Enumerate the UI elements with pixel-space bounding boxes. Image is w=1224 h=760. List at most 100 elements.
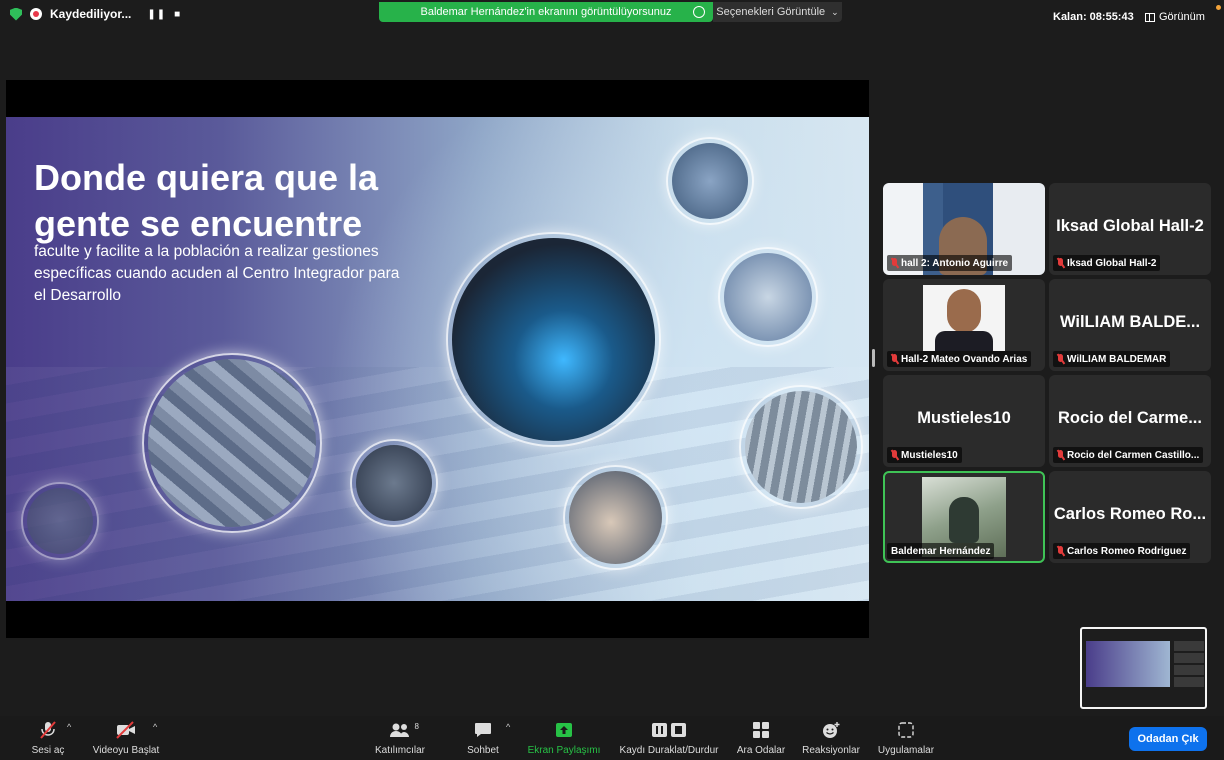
apps-label: Uygulamalar (877, 745, 935, 756)
video-tile[interactable]: WilLIAM BALDE... WilLIAM BALDEMAR (1049, 279, 1211, 371)
video-off-icon (115, 721, 137, 739)
screen-share-banner: Baldemar Hernández'in ekranını görüntülü… (379, 2, 713, 22)
video-tile[interactable]: Iksad Global Hall-2 Iksad Global Hall-2 (1049, 183, 1211, 275)
tile-name-label: Baldemar Hernández (887, 543, 995, 559)
tile-name-label: Mustieles10 (887, 447, 962, 463)
pause-stop-icon (651, 721, 687, 739)
participant-name: hall 2: Antonio Aguirre (901, 257, 1009, 269)
video-tile-active-speaker[interactable]: Baldemar Hernández (883, 471, 1045, 563)
chat-label: Sohbet (467, 745, 499, 756)
slide-image-circle (739, 385, 863, 509)
participant-name: Rocio del Carmen Castillo... (1067, 449, 1200, 461)
muted-mic-icon (891, 354, 898, 364)
tile-name-label: hall 2: Antonio Aguirre (887, 255, 1013, 271)
participant-display-name: Mustieles10 (917, 409, 1011, 427)
top-bar: Kaydediliyor... ❚❚ ■ Baldemar Hernández'… (0, 0, 1224, 30)
tile-name-label: Iksad Global Hall-2 (1053, 255, 1161, 271)
leave-meeting-button[interactable]: Odadan Çık (1129, 727, 1207, 751)
participant-name: Carlos Romeo Rodriguez (1067, 545, 1187, 557)
unmute-label: Sesi aç (31, 745, 65, 756)
tile-name-label: Hall-2 Mateo Ovando Arias (887, 351, 1032, 367)
muted-mic-icon (1057, 450, 1064, 460)
reactions-button[interactable]: Reaksiyonlar (798, 716, 864, 760)
participants-icon: 8 (389, 721, 419, 739)
audio-options-caret-icon[interactable]: ^ (67, 722, 71, 732)
participant-name: Baldemar Hernández (891, 545, 991, 557)
participant-name: Iksad Global Hall-2 (1067, 257, 1157, 269)
shared-screen: Donde quiera que la gente se encuentre f… (6, 80, 869, 638)
share-screen-button[interactable]: Ekran Paylaşımı (526, 716, 602, 760)
zoom-meeting-window: Kaydediliyor... ❚❚ ■ Baldemar Hernández'… (0, 0, 1224, 760)
panel-resize-handle[interactable] (872, 349, 875, 367)
video-tile[interactable]: Rocio del Carme... Rocio del Carmen Cast… (1049, 375, 1211, 467)
muted-mic-icon (1057, 354, 1064, 364)
participant-display-name: Carlos Romeo Ro... (1053, 505, 1207, 523)
participant-display-name: WilLIAM BALDE... (1059, 313, 1201, 331)
view-button[interactable]: Görünüm (1145, 11, 1205, 23)
breakout-rooms-label: Ara Odalar (736, 745, 786, 756)
reactions-label: Reaksiyonlar (802, 745, 860, 756)
apps-button[interactable]: Uygulamalar (874, 716, 938, 760)
video-tile[interactable]: Carlos Romeo Ro... Carlos Romeo Rodrigue… (1049, 471, 1211, 563)
view-label: Görünüm (1159, 11, 1205, 23)
mini-preview-slide (1086, 641, 1170, 687)
participants-button[interactable]: 8 Katılımcılar (368, 716, 432, 760)
tile-name-label: Carlos Romeo Rodriguez (1053, 543, 1191, 559)
chat-options-caret-icon[interactable]: ^ (506, 722, 510, 732)
chat-button[interactable]: Sohbet (464, 716, 502, 760)
share-banner-text: Baldemar Hernández'in ekranını görüntülü… (420, 6, 672, 18)
muted-mic-icon (1057, 546, 1064, 556)
breakout-rooms-button[interactable]: Ara Odalar (734, 716, 788, 760)
view-options-label: Seçenekleri Görüntüle (716, 6, 826, 18)
unmute-button[interactable]: Sesi aç (28, 716, 68, 760)
chevron-down-icon: ⌄ (831, 6, 839, 17)
video-tile[interactable]: Mustieles10 Mustieles10 (883, 375, 1045, 467)
gallery-view-icon (1145, 12, 1155, 22)
video-tile[interactable]: hall 2: Antonio Aguirre (883, 183, 1045, 275)
slide-image-circle (21, 482, 99, 560)
recording-indicator: Kaydediliyor... ❚❚ ■ (10, 7, 181, 21)
muted-mic-icon (891, 258, 898, 268)
participant-suit (935, 331, 993, 351)
participant-face (947, 289, 981, 333)
reaction-emoji-icon (821, 721, 841, 739)
stop-recording-icon[interactable]: ■ (174, 9, 181, 20)
muted-mic-icon (891, 450, 898, 460)
slide-image-circle (350, 439, 438, 527)
recording-label: Kaydediliyor... (50, 7, 132, 21)
meeting-toolbar: Sesi aç ^ Videoyu Başlat ^ 8 Katılımcıla… (0, 716, 1224, 760)
security-shield-icon[interactable] (10, 7, 22, 21)
share-screen-label: Ekran Paylaşımı (527, 745, 601, 756)
apps-icon (898, 721, 914, 739)
video-options-caret-icon[interactable]: ^ (153, 722, 157, 732)
pause-recording-icon[interactable]: ❚❚ (147, 9, 166, 20)
slide-image-circle (142, 353, 322, 533)
slide-title: Donde quiera que la gente se encuentre (34, 157, 379, 244)
slide-image-circle (666, 137, 754, 225)
share-screen-icon (555, 721, 573, 739)
video-tile[interactable]: Hall-2 Mateo Ovando Arias (883, 279, 1045, 371)
slide-image-circle (718, 247, 818, 347)
mini-screen-preview[interactable] (1080, 627, 1207, 709)
muted-mic-icon (1057, 258, 1064, 268)
chat-bubble-icon (474, 721, 492, 739)
tile-name-label: WilLIAM BALDEMAR (1053, 351, 1171, 367)
muted-microphone-icon (38, 721, 58, 739)
participant-figure (949, 497, 979, 543)
participant-display-name: Iksad Global Hall-2 (1056, 217, 1204, 235)
slide-subtitle: faculte y facilite a la población a real… (34, 243, 400, 304)
participants-count: 8 (414, 722, 419, 731)
tile-name-label: Rocio del Carmen Castillo... (1053, 447, 1204, 463)
participants-label: Katılımcılar (374, 745, 425, 756)
pause-stop-recording-button[interactable]: Kaydı Duraklat/Durdur (614, 716, 724, 760)
participant-name: Hall-2 Mateo Ovando Arias (901, 353, 1028, 365)
participant-display-name: Rocio del Carme... (1058, 409, 1202, 427)
slide-image-circle (563, 465, 668, 570)
breakout-rooms-icon (752, 721, 770, 739)
mini-preview-gallery (1174, 641, 1204, 687)
pause-stop-label: Kaydı Duraklat/Durdur (619, 745, 719, 756)
notification-dot (1216, 5, 1221, 10)
recording-dot-icon (30, 8, 42, 20)
view-options-button[interactable]: Seçenekleri Görüntüle ⌄ (713, 2, 842, 22)
start-video-label: Videoyu Başlat (92, 745, 160, 756)
